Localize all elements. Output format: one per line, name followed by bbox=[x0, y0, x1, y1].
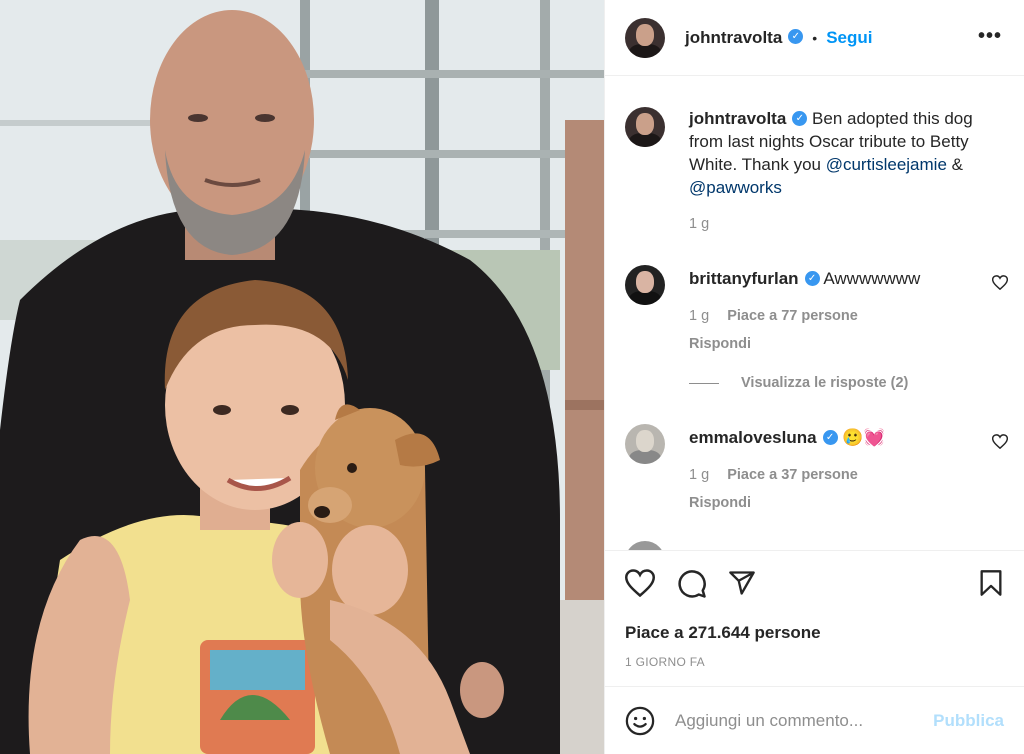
view-replies-label: Visualizza le risposte (2) bbox=[741, 375, 909, 391]
comment-like-heart-icon[interactable] bbox=[992, 275, 1008, 290]
caption-time[interactable]: 1 g bbox=[689, 216, 709, 232]
commenter-avatar[interactable] bbox=[625, 265, 665, 305]
comment-icon[interactable] bbox=[677, 569, 707, 599]
post-actions: Piace a 271.644 persone 1 GIORNO FA bbox=[605, 550, 1024, 686]
post-time[interactable]: 1 GIORNO FA bbox=[625, 655, 705, 669]
verified-badge-icon: ✓ bbox=[788, 29, 804, 44]
comment-time[interactable]: 1 g bbox=[689, 467, 709, 483]
caption-meta: 1 g bbox=[689, 216, 1008, 232]
author-avatar[interactable] bbox=[625, 17, 665, 58]
comment-item: emmalovesluna ✓ 🥲💓 1 g Piace a 37 persone… bbox=[625, 424, 1008, 511]
heart-icon[interactable] bbox=[625, 569, 655, 597]
likes-count[interactable]: Piace a 271.644 persone bbox=[625, 623, 821, 643]
comment-item: brittanyfurlan ✓ Awwwwwww 1 g Piace a 77 … bbox=[625, 265, 1008, 352]
separator-dot: • bbox=[812, 29, 818, 46]
comment-username[interactable]: emmalovesluna bbox=[689, 428, 817, 447]
action-bar bbox=[625, 569, 1004, 599]
mention-link[interactable]: @pawworks bbox=[689, 178, 782, 197]
verified-badge-icon: ✓ bbox=[792, 111, 808, 127]
post-photo-illustration bbox=[0, 0, 604, 754]
follow-button[interactable]: Segui bbox=[826, 28, 872, 48]
post-side-panel: johntravolta ✓ • Segui ••• johntravolta ✓… bbox=[604, 0, 1024, 754]
commenter-avatar[interactable] bbox=[625, 541, 665, 550]
comment-input[interactable] bbox=[675, 710, 934, 731]
author-username[interactable]: johntravolta bbox=[685, 28, 782, 48]
comment-time[interactable]: 1 g bbox=[689, 308, 709, 324]
comments-list[interactable]: johntravolta ✓ Ben adopted this dog from … bbox=[605, 77, 1024, 550]
caption-username[interactable]: johntravolta bbox=[689, 109, 786, 128]
add-comment-bar: Pubblica bbox=[605, 686, 1024, 754]
mention-link[interactable]: @curtisleejamie bbox=[826, 155, 947, 174]
post-photo[interactable] bbox=[0, 0, 604, 754]
comment-body: 🥲💓 bbox=[842, 428, 885, 447]
reply-button[interactable]: Rispondi bbox=[689, 495, 1008, 511]
comment-likes[interactable]: Piace a 37 persone bbox=[727, 467, 858, 483]
bookmark-icon[interactable] bbox=[978, 569, 1004, 597]
caption-text: johntravolta ✓ Ben adopted this dog from … bbox=[689, 107, 1008, 199]
post-header: johntravolta ✓ • Segui ••• bbox=[605, 0, 1024, 76]
view-replies-button[interactable]: Visualizza le risposte (2) bbox=[689, 375, 908, 391]
more-options-icon[interactable]: ••• bbox=[978, 26, 1002, 46]
publish-button[interactable]: Pubblica bbox=[933, 711, 1004, 731]
caption: johntravolta ✓ Ben adopted this dog from … bbox=[625, 107, 1008, 232]
verified-badge-icon: ✓ bbox=[822, 430, 838, 446]
comment-text: brittanyfurlan ✓ Awwwwwww bbox=[689, 265, 1008, 290]
comment-likes[interactable]: Piace a 77 persone bbox=[727, 308, 858, 324]
reply-button[interactable]: Rispondi bbox=[689, 336, 1008, 352]
comment-meta: 1 g Piace a 37 persone bbox=[689, 467, 1008, 483]
replies-divider bbox=[689, 382, 719, 384]
paper-plane-icon[interactable] bbox=[727, 569, 757, 597]
comment-like-heart-icon[interactable] bbox=[992, 434, 1008, 449]
commenter-avatar[interactable] bbox=[625, 424, 665, 464]
caption-avatar[interactable] bbox=[625, 107, 665, 147]
verified-badge-icon: ✓ bbox=[804, 271, 820, 287]
comment-meta: 1 g Piace a 77 persone bbox=[689, 308, 1008, 324]
comment-text: emmalovesluna ✓ 🥲💓 bbox=[689, 424, 1008, 449]
comment-username[interactable]: brittanyfurlan bbox=[689, 269, 799, 288]
comment-body: Awwwwwww bbox=[823, 269, 921, 288]
caption-conj: & bbox=[951, 155, 963, 174]
emoji-icon[interactable] bbox=[625, 706, 655, 736]
